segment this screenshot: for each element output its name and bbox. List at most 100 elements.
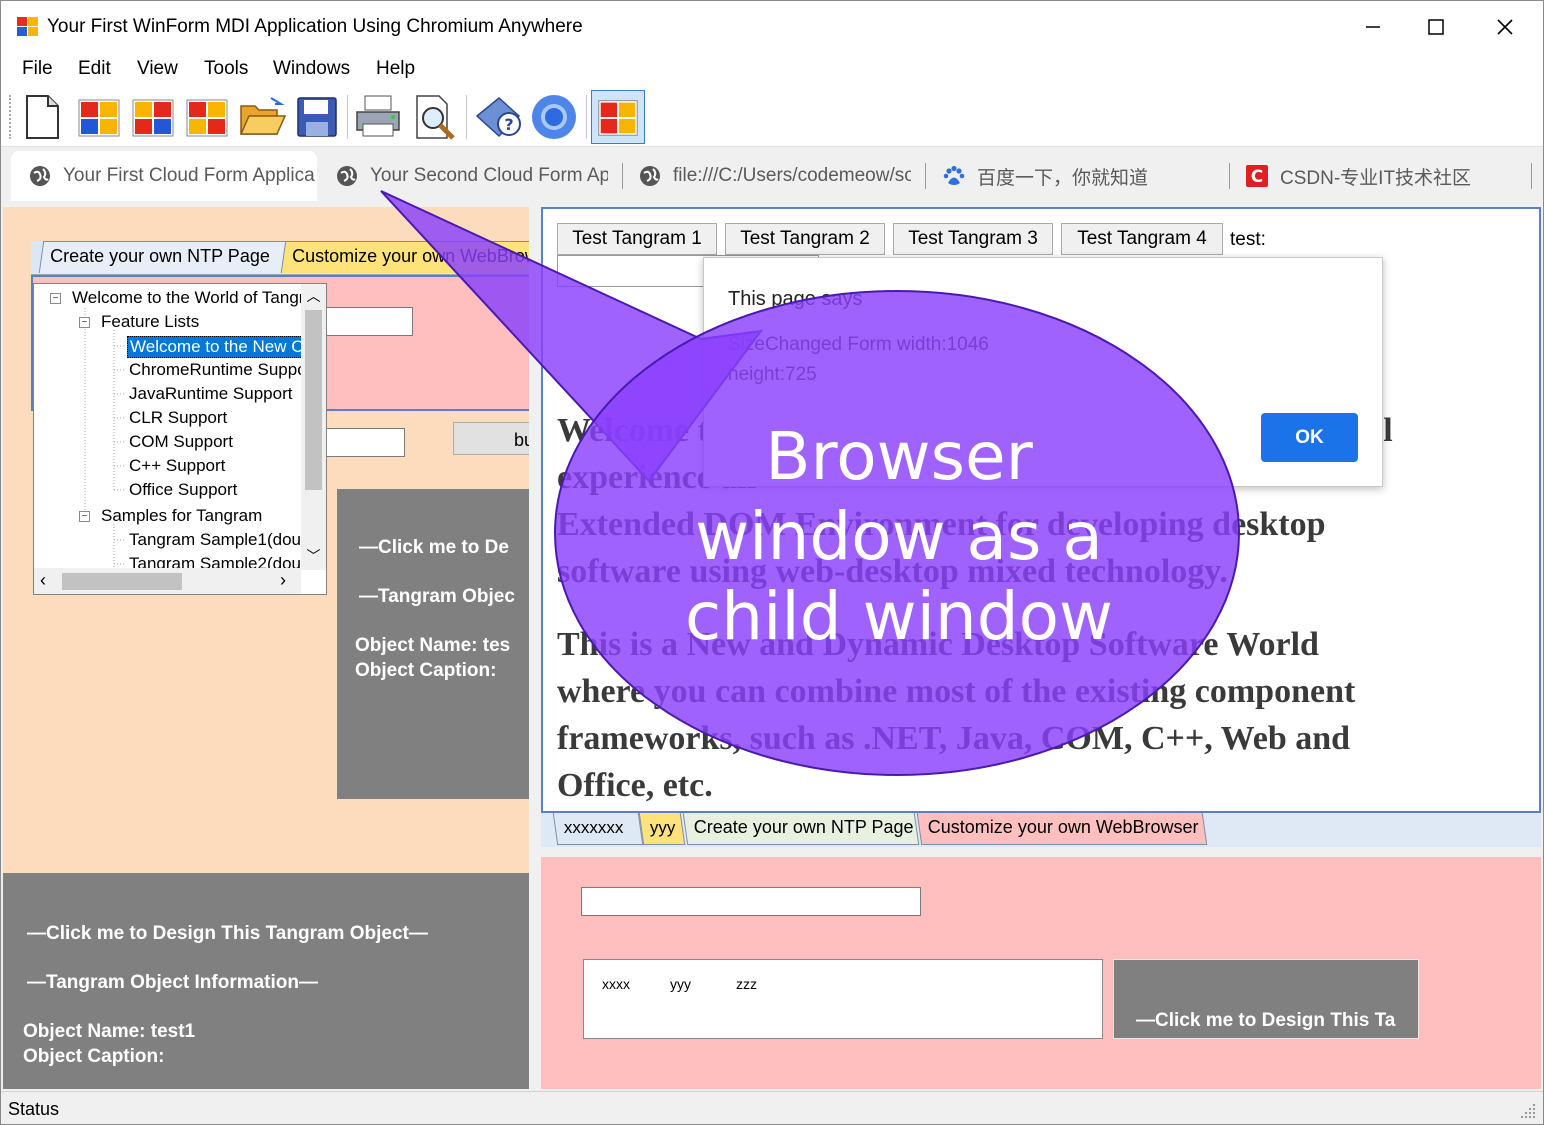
- list-view[interactable]: xxxx yyy zzz: [583, 959, 1103, 1039]
- button-label: bu: [514, 430, 529, 450]
- menu-file[interactable]: File: [22, 58, 53, 80]
- tab-separator: [1229, 163, 1230, 189]
- tree-node-feature-lists[interactable]: Feature Lists: [101, 312, 199, 332]
- menu-windows[interactable]: Windows: [273, 58, 350, 80]
- left-tab-bar: Create your own NTP Page Customize your …: [31, 241, 529, 275]
- tree-node-samples[interactable]: Samples for Tangram: [101, 506, 262, 526]
- menu-tools[interactable]: Tools: [204, 58, 248, 80]
- paragraph-line: where you can combine most of the existi…: [557, 673, 1356, 710]
- tree-node-selected[interactable]: Welcome to the New C: [127, 336, 307, 358]
- tree-node[interactable]: Office Support: [129, 480, 237, 500]
- test-tangram-4-button[interactable]: Test Tangram 4: [1061, 223, 1223, 255]
- tab-xxxxxxx[interactable]: xxxxxxx: [552, 813, 644, 845]
- toolbar-separator: [586, 95, 587, 139]
- tangram-design-placeholder-large[interactable]: —Click me to Design This Tangram Object—…: [3, 873, 529, 1089]
- tree-collapse-toggle[interactable]: −: [50, 293, 61, 304]
- tree-node[interactable]: JavaRuntime Support: [129, 384, 292, 404]
- globe-icon: [640, 166, 660, 186]
- tab-label: Create your own NTP Page: [50, 246, 270, 266]
- help-icon[interactable]: ?: [473, 92, 523, 142]
- menu-view[interactable]: View: [137, 58, 178, 80]
- chromium-icon[interactable]: [529, 92, 579, 142]
- minimize-button[interactable]: [1342, 7, 1404, 47]
- scroll-up-icon[interactable]: ︿: [303, 286, 324, 306]
- object-name: Object Name: test1: [23, 1021, 196, 1042]
- toolbar-toggle-active[interactable]: [591, 90, 645, 144]
- tangram-design-placeholder[interactable]: —Click me to Design This Ta: [1113, 959, 1419, 1039]
- tab-first-cloud-form[interactable]: Your First Cloud Form Applica: [11, 151, 317, 201]
- menu-help[interactable]: Help: [376, 58, 415, 80]
- tab-baidu[interactable]: 百度一下，你就知道: [943, 151, 1223, 201]
- column-header[interactable]: xxxx: [602, 976, 630, 992]
- scroll-right-icon[interactable]: ›: [280, 570, 286, 591]
- baidu-paw-icon: [943, 165, 965, 185]
- scroll-down-icon[interactable]: ﹀: [303, 546, 324, 566]
- status-label: Status: [8, 1099, 60, 1119]
- tangram-window-icon[interactable]: [74, 92, 124, 142]
- tab-label: file:///C:/Users/codemeow/so: [673, 165, 911, 186]
- tab-csdn[interactable]: C CSDN-专业IT技术社区: [1246, 151, 1526, 201]
- menu-edit[interactable]: Edit: [78, 58, 111, 80]
- resize-grip-icon[interactable]: [1519, 1102, 1537, 1120]
- tab-create-ntp[interactable]: Create your own NTP Page: [38, 241, 288, 273]
- tangram-window-icon[interactable]: [182, 92, 232, 142]
- paragraph-line: Office, etc.: [557, 767, 713, 804]
- scroll-thumb[interactable]: [62, 573, 182, 590]
- column-header[interactable]: yyy: [670, 976, 691, 992]
- test-tangram-3-button[interactable]: Test Tangram 3: [893, 223, 1053, 255]
- vertical-scrollbar[interactable]: ︿ ﹀: [301, 284, 326, 570]
- print-preview-icon[interactable]: [409, 92, 459, 142]
- design-hint-text: —Click me to Design This Ta: [1136, 1010, 1396, 1031]
- customize-text-input[interactable]: [581, 887, 921, 916]
- toolbar-separator: [466, 95, 467, 139]
- app-icon: [17, 17, 38, 36]
- scroll-thumb[interactable]: [305, 310, 322, 490]
- tab-label: Your Second Cloud Form App: [370, 165, 608, 186]
- scroll-left-icon[interactable]: ‹: [40, 570, 46, 591]
- object-info-heading: —Tangram Objec: [359, 586, 515, 607]
- tangram-design-placeholder[interactable]: —Click me to De —Tangram Objec Object Na…: [337, 489, 529, 799]
- tree-node[interactable]: CLR Support: [129, 408, 227, 428]
- close-icon: [1497, 19, 1513, 35]
- toolbar-grip[interactable]: [9, 95, 13, 139]
- tab-separator: [925, 163, 926, 189]
- tab-second-cloud-form[interactable]: Your Second Cloud Form App: [336, 151, 608, 201]
- tab-yyy[interactable]: yyy: [638, 813, 686, 845]
- maximize-button[interactable]: [1405, 7, 1467, 47]
- ok-button[interactable]: OK: [1261, 413, 1358, 462]
- dialog-message: SizeChanged Form width:1046: [728, 334, 989, 355]
- bottom-tab-bar: xxxxxxx yyy Create your own NTP Page Cus…: [541, 813, 1541, 847]
- tab-local-file[interactable]: file:///C:/Users/codemeow/so: [639, 151, 911, 201]
- close-button[interactable]: [1474, 7, 1536, 47]
- go-button[interactable]: bu: [453, 422, 529, 455]
- tab-customize-webbrowser[interactable]: Customize your own WebBrow: [280, 241, 529, 273]
- test-label: test:: [1230, 229, 1266, 250]
- column-header[interactable]: zzz: [736, 976, 757, 992]
- tree-node[interactable]: Tangram Sample1(doub: [129, 530, 310, 550]
- tree-node[interactable]: ChromeRuntime Suppor: [129, 360, 312, 380]
- test-tangram-2-button[interactable]: Test Tangram 2: [725, 223, 885, 255]
- tree-collapse-toggle[interactable]: −: [79, 317, 90, 328]
- tab-customize-webbrowser-bottom[interactable]: Customize your own WebBrowser: [916, 813, 1208, 845]
- new-document-icon[interactable]: [17, 92, 67, 142]
- mdi-main-window: Your First WinForm MDI Application Using…: [0, 0, 1544, 1125]
- menu-bar: File Edit View Tools Windows Help: [1, 51, 1543, 87]
- tree-collapse-toggle[interactable]: −: [79, 511, 90, 522]
- print-icon[interactable]: [353, 92, 403, 142]
- globe-icon: [30, 166, 50, 186]
- dialog-message: height:725: [728, 364, 817, 385]
- test-tangram-1-button[interactable]: Test Tangram 1: [557, 223, 717, 255]
- feature-tree-view[interactable]: − Welcome to the World of Tangr − Featur…: [33, 283, 327, 595]
- tangram-window-icon[interactable]: [128, 92, 178, 142]
- object-caption: Object Caption:: [23, 1046, 165, 1067]
- tree-node[interactable]: C++ Support: [129, 456, 225, 476]
- save-icon[interactable]: [292, 92, 342, 142]
- horizontal-scrollbar[interactable]: ‹ ›: [34, 568, 301, 594]
- open-folder-icon[interactable]: [237, 92, 287, 142]
- tree-node-root[interactable]: Welcome to the World of Tangr: [72, 288, 304, 308]
- tab-separator: [1531, 163, 1532, 189]
- tree-node[interactable]: COM Support: [129, 432, 233, 452]
- tab-create-ntp-bottom[interactable]: Create your own NTP Page: [682, 813, 920, 845]
- tab-label: xxxxxxx: [563, 818, 624, 837]
- paragraph-line: frameworks, such as .NET, Java, COM, C++…: [557, 720, 1351, 757]
